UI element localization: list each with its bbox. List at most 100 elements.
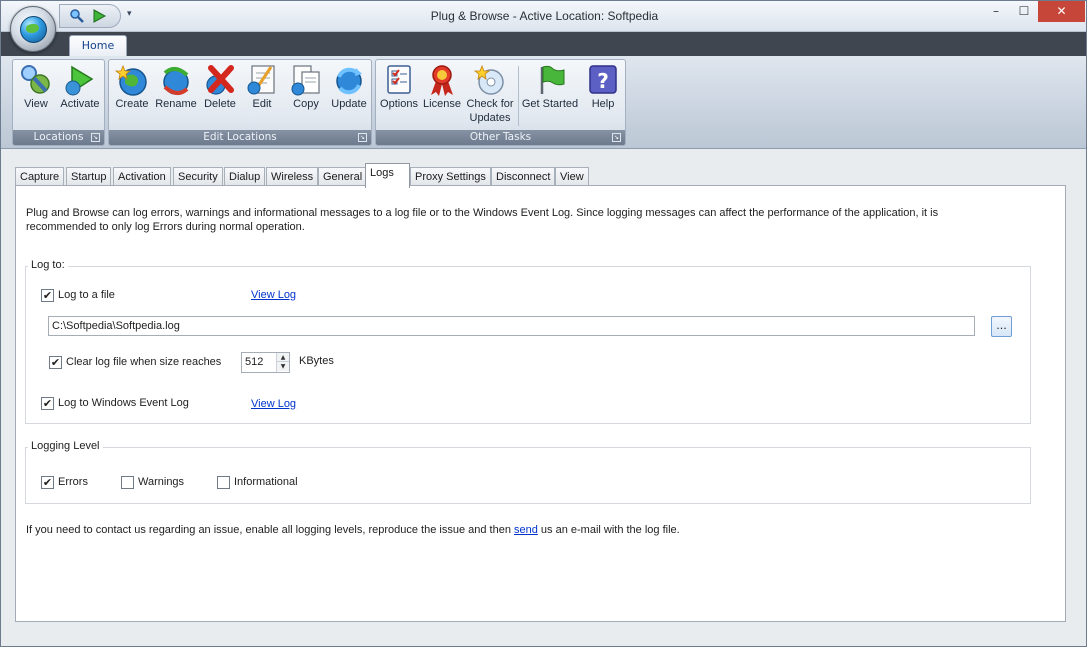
options-button[interactable]: Options <box>379 63 419 111</box>
license-icon <box>431 65 453 96</box>
intro-line-1: Plug and Browse can log errors, warnings… <box>26 207 939 219</box>
copy-button-label: Copy <box>293 98 319 110</box>
tab-activation[interactable]: Activation <box>113 167 171 187</box>
ribbon-group-locations: View Activate Locations ↘ <box>12 59 105 146</box>
check-updates-label-line2: Updates <box>469 112 511 124</box>
update-button[interactable]: Update <box>329 63 369 111</box>
maximize-button[interactable]: ☐ <box>1010 1 1038 22</box>
clear-log-label: Clear log file when size reaches <box>66 356 222 368</box>
warnings-checkbox[interactable] <box>121 476 134 489</box>
view-log-event-link[interactable]: View Log <box>251 398 296 411</box>
delete-icon <box>206 65 234 95</box>
log-file-path-input[interactable]: C:\Softpedia\Softpedia.log <box>48 316 975 336</box>
dialog-launcher-icon[interactable]: ↘ <box>358 133 367 142</box>
create-icon <box>115 64 147 96</box>
options-button-label: Options <box>380 98 418 110</box>
tab-dialup[interactable]: Dialup <box>224 167 266 187</box>
ribbon-group-edit-locations: Create Rename Delete Edit Copy Update Ed… <box>108 59 372 146</box>
ribbon-separator <box>518 66 519 126</box>
globe-icon <box>20 16 47 43</box>
activate-button-label: Activate <box>60 98 100 110</box>
ribbon-group-other-tasks: Options License Check for Updates Get St… <box>375 59 626 146</box>
license-button[interactable]: License <box>422 63 462 111</box>
tab-wireless[interactable]: Wireless <box>266 167 319 187</box>
stepper-arrows: ▲ ▼ <box>276 353 289 372</box>
view-button-label: View <box>24 98 48 110</box>
edit-icon <box>247 65 275 95</box>
dialog-launcher-icon[interactable]: ↘ <box>91 133 100 142</box>
tab-disconnect[interactable]: Disconnect <box>491 167 556 187</box>
send-link[interactable]: send <box>514 524 538 536</box>
log-to-event-checkbox[interactable]: ✔ <box>41 397 54 410</box>
get-started-button[interactable]: Get Started <box>521 63 579 111</box>
options-icon <box>387 65 411 94</box>
logging-level-group: Logging Level ✔ Errors Warnings Informat… <box>25 440 1031 504</box>
tab-view[interactable]: View <box>555 167 589 187</box>
edit-button[interactable]: Edit <box>243 63 281 111</box>
copy-button[interactable]: Copy <box>287 63 325 111</box>
tab-proxy-settings[interactable]: Proxy Settings <box>410 167 491 187</box>
check-updates-icon <box>473 64 504 95</box>
minimize-button[interactable]: – <box>982 1 1010 22</box>
rename-button[interactable]: Rename <box>154 63 198 111</box>
app-window: ▾ Plug & Browse - Active Location: Softp… <box>0 0 1087 647</box>
stepper-down-icon[interactable]: ▼ <box>277 362 289 371</box>
stepper-up-icon[interactable]: ▲ <box>277 353 289 362</box>
view-log-file-link[interactable]: View Log <box>251 289 296 302</box>
application-menu-button[interactable] <box>10 6 56 52</box>
tab-logs[interactable]: Logs <box>365 163 410 188</box>
delete-button[interactable]: Delete <box>201 63 239 111</box>
clear-log-checkbox[interactable]: ✔ <box>49 356 62 369</box>
size-unit-label: KBytes <box>299 355 334 367</box>
log-size-value: 512 <box>245 356 264 368</box>
view-button[interactable]: View <box>18 63 54 111</box>
license-button-label: License <box>423 98 461 110</box>
check-updates-button[interactable]: Check for Updates <box>465 63 515 125</box>
view-icon <box>21 65 50 94</box>
activate-icon <box>65 65 94 96</box>
group-label-other-tasks: Other Tasks <box>376 130 625 145</box>
activate-button[interactable]: Activate <box>57 63 103 111</box>
help-icon: ? <box>589 65 617 94</box>
log-to-group: Log to: ✔ Log to a file View Log C:\Soft… <box>25 259 1031 424</box>
delete-button-label: Delete <box>204 98 236 110</box>
informational-label: Informational <box>234 476 298 488</box>
create-button[interactable]: Create <box>113 63 151 111</box>
logs-intro-text: Plug and Browse can log errors, warnings… <box>26 206 1026 234</box>
edit-button-label: Edit <box>252 98 272 110</box>
help-button[interactable]: ? Help <box>583 63 623 111</box>
check-updates-label: Check for <box>466 98 514 110</box>
log-size-stepper[interactable]: 512 ▲ ▼ <box>241 352 290 373</box>
tab-general[interactable]: General <box>318 167 368 187</box>
create-button-label: Create <box>115 98 149 110</box>
errors-checkbox[interactable]: ✔ <box>41 476 54 489</box>
browse-button[interactable]: ... <box>991 316 1012 337</box>
logging-level-legend: Logging Level <box>28 440 103 452</box>
update-button-label: Update <box>331 98 367 110</box>
log-to-event-label: Log to Windows Event Log <box>58 397 189 409</box>
ribbon-tab-home[interactable]: Home <box>69 35 127 57</box>
warnings-label: Warnings <box>138 476 185 488</box>
update-icon <box>336 67 362 95</box>
informational-checkbox[interactable] <box>217 476 230 489</box>
dialog-launcher-icon[interactable]: ↘ <box>612 133 621 142</box>
ribbon: View Activate Locations ↘ Create Rename … <box>1 56 1086 149</box>
log-to-file-checkbox[interactable]: ✔ <box>41 289 54 302</box>
rename-button-label: Rename <box>155 98 197 110</box>
footer-text-after: us an e-mail with the log file. <box>537 524 680 536</box>
copy-icon <box>291 65 320 96</box>
svg-text:?: ? <box>597 69 609 93</box>
logs-panel: Plug and Browse can log errors, warnings… <box>15 185 1066 622</box>
window-title: Plug & Browse - Active Location: Softped… <box>430 9 659 23</box>
tab-security[interactable]: Security <box>173 167 223 187</box>
errors-label: Errors <box>58 476 88 488</box>
log-to-legend: Log to: <box>28 259 68 271</box>
close-button[interactable]: ✕ <box>1038 1 1085 22</box>
ribbon-tab-bar: Home <box>1 32 1086 57</box>
group-label-edit-locations: Edit Locations <box>109 130 371 145</box>
title-bar: ▾ Plug & Browse - Active Location: Softp… <box>1 1 1086 32</box>
tab-capture[interactable]: Capture <box>15 167 65 187</box>
get-started-icon <box>540 65 565 94</box>
get-started-button-label: Get Started <box>521 98 579 110</box>
tab-startup[interactable]: Startup <box>66 167 112 187</box>
